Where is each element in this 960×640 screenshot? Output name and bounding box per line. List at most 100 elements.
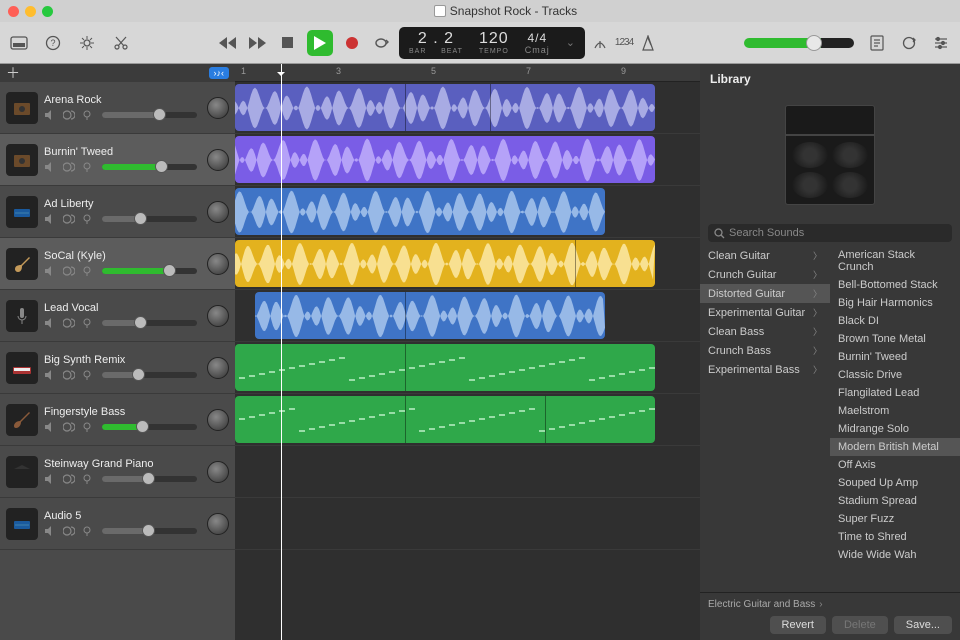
region[interactable]: [235, 84, 655, 131]
track-header[interactable]: Audio 5: [0, 498, 235, 550]
library-item[interactable]: Brown Tone Metal: [830, 330, 960, 348]
track-header[interactable]: Fingerstyle Bass: [0, 394, 235, 446]
library-item[interactable]: Clean Guitar〉: [700, 246, 830, 265]
regions-toggle[interactable]: ›♪‹: [209, 67, 230, 79]
track-header[interactable]: Arena Rock: [0, 82, 235, 134]
mute-button[interactable]: [44, 108, 58, 122]
pan-knob[interactable]: [207, 357, 229, 379]
input-monitor-button[interactable]: [80, 420, 94, 434]
arrange-lane[interactable]: [235, 82, 700, 134]
add-track-button[interactable]: ＋: [6, 63, 20, 83]
input-monitor-button[interactable]: [80, 368, 94, 382]
pan-knob[interactable]: [207, 513, 229, 535]
zoom-window-button[interactable]: [42, 6, 53, 17]
input-monitor-button[interactable]: [80, 264, 94, 278]
loops-icon[interactable]: [900, 34, 918, 52]
volume-slider[interactable]: [102, 164, 197, 170]
region[interactable]: [235, 188, 605, 235]
arrange-lane[interactable]: [235, 498, 700, 550]
track-header[interactable]: Burnin' Tweed: [0, 134, 235, 186]
play-button[interactable]: [307, 30, 333, 56]
region[interactable]: [235, 240, 655, 287]
library-item[interactable]: Burnin' Tweed: [830, 348, 960, 366]
region[interactable]: [255, 292, 605, 339]
master-volume-slider[interactable]: [744, 38, 854, 48]
ruler[interactable]: 13579: [235, 64, 700, 82]
arrange-lane[interactable]: [235, 446, 700, 498]
mute-button[interactable]: [44, 368, 58, 382]
region[interactable]: [235, 396, 655, 443]
record-button[interactable]: [341, 32, 363, 54]
solo-button[interactable]: [62, 160, 76, 174]
library-breadcrumb[interactable]: Electric Guitar and Bass›: [708, 599, 952, 610]
pan-knob[interactable]: [207, 201, 229, 223]
library-item[interactable]: Modern British Metal: [830, 438, 960, 456]
pan-knob[interactable]: [207, 253, 229, 275]
playhead[interactable]: [281, 64, 282, 640]
library-toggle-icon[interactable]: [10, 34, 28, 52]
rewind-button[interactable]: [217, 32, 239, 54]
mute-button[interactable]: [44, 212, 58, 226]
library-item[interactable]: Bell-Bottomed Stack: [830, 276, 960, 294]
library-item[interactable]: Clean Bass〉: [700, 322, 830, 341]
help-icon[interactable]: ?: [44, 34, 62, 52]
mute-button[interactable]: [44, 264, 58, 278]
arrange-lane[interactable]: [235, 238, 700, 290]
mute-button[interactable]: [44, 316, 58, 330]
input-monitor-button[interactable]: [80, 108, 94, 122]
library-item[interactable]: Stadium Spread: [830, 492, 960, 510]
mute-button[interactable]: [44, 472, 58, 486]
notepad-icon[interactable]: [868, 34, 886, 52]
input-monitor-button[interactable]: [80, 212, 94, 226]
library-search-input[interactable]: Search Sounds: [708, 224, 952, 242]
arrange-lane[interactable]: [235, 290, 700, 342]
library-item[interactable]: Crunch Guitar〉: [700, 265, 830, 284]
arrange-lane[interactable]: [235, 394, 700, 446]
pan-knob[interactable]: [207, 409, 229, 431]
pan-knob[interactable]: [207, 149, 229, 171]
lcd-chevron-icon[interactable]: ⌄: [566, 36, 575, 49]
track-header[interactable]: Lead Vocal: [0, 290, 235, 342]
volume-slider[interactable]: [102, 476, 197, 482]
library-item[interactable]: Distorted Guitar〉: [700, 284, 830, 303]
solo-button[interactable]: [62, 420, 76, 434]
region[interactable]: [235, 344, 655, 391]
pan-knob[interactable]: [207, 305, 229, 327]
arrange-lane[interactable]: [235, 134, 700, 186]
track-header[interactable]: Steinway Grand Piano: [0, 446, 235, 498]
volume-slider[interactable]: [102, 320, 197, 326]
metronome-icon[interactable]: [639, 34, 657, 52]
library-item[interactable]: Souped Up Amp: [830, 474, 960, 492]
library-item[interactable]: Time to Shred: [830, 528, 960, 546]
volume-slider[interactable]: [102, 112, 197, 118]
scissors-icon[interactable]: [112, 34, 130, 52]
close-window-button[interactable]: [8, 6, 19, 17]
region[interactable]: [235, 136, 655, 183]
arrange-lane[interactable]: [235, 342, 700, 394]
library-item[interactable]: Wide Wide Wah: [830, 546, 960, 564]
solo-button[interactable]: [62, 264, 76, 278]
library-item[interactable]: Super Fuzz: [830, 510, 960, 528]
editors-icon[interactable]: [932, 34, 950, 52]
library-item[interactable]: Experimental Bass〉: [700, 360, 830, 379]
forward-button[interactable]: [247, 32, 269, 54]
volume-slider[interactable]: [102, 268, 197, 274]
solo-button[interactable]: [62, 108, 76, 122]
volume-slider[interactable]: [102, 424, 197, 430]
track-header[interactable]: SoCal (Kyle): [0, 238, 235, 290]
pan-knob[interactable]: [207, 461, 229, 483]
library-item[interactable]: Crunch Bass〉: [700, 341, 830, 360]
solo-button[interactable]: [62, 524, 76, 538]
solo-button[interactable]: [62, 212, 76, 226]
revert-button[interactable]: Revert: [770, 616, 826, 634]
library-item[interactable]: American Stack Crunch: [830, 246, 960, 276]
settings-icon[interactable]: [78, 34, 96, 52]
solo-button[interactable]: [62, 316, 76, 330]
track-header[interactable]: Ad Liberty: [0, 186, 235, 238]
mute-button[interactable]: [44, 524, 58, 538]
volume-slider[interactable]: [102, 216, 197, 222]
tuner-icon[interactable]: [591, 34, 609, 52]
track-header[interactable]: Big Synth Remix: [0, 342, 235, 394]
mute-button[interactable]: [44, 160, 58, 174]
count-in-button[interactable]: 1234: [615, 34, 633, 52]
